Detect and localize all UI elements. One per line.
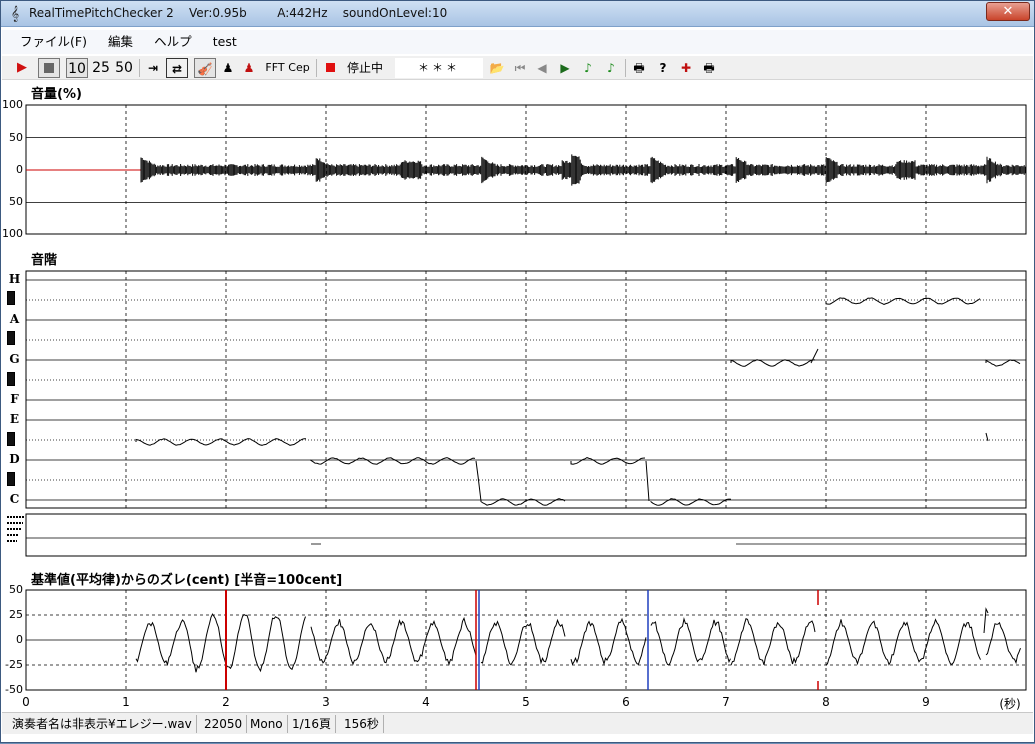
placeholder-field: ＊＊＊: [395, 58, 483, 78]
app-icon: 𝄞: [10, 6, 20, 22]
title-bar[interactable]: 𝄞 RealTimePitchChecker 2 Ver:0.95b A:442…: [1, 1, 1034, 27]
note-label-c: C: [9, 492, 20, 506]
time-tick: 2: [222, 695, 230, 709]
cent-tick: 0: [16, 633, 23, 646]
status-rate: 22050: [200, 715, 248, 733]
volume-tick: 50: [9, 131, 23, 144]
status-duration: 156秒: [340, 715, 384, 733]
time-tick: 0: [22, 695, 30, 709]
cent-spike: [983, 607, 989, 634]
time-tick: 9: [922, 695, 930, 709]
volume-waveform: [140, 154, 1026, 186]
pitch-transition: [810, 348, 819, 364]
range-strip-frame: [25, 513, 1027, 557]
cent-tick: 50: [9, 583, 23, 596]
note-label-d: D: [9, 452, 20, 466]
pitch-transition: [985, 432, 989, 442]
fft-button[interactable]: FFT: [264, 58, 286, 78]
volume-tick: 100: [2, 98, 23, 111]
black-key-icon: [7, 291, 15, 305]
scale-plot-frame: [25, 270, 1027, 509]
status-filename: 演奏者名は非表示¥エレジー.wav: [8, 715, 197, 733]
print-alt-icon[interactable]: 🖶: [700, 58, 718, 78]
time-tick: 6: [622, 695, 630, 709]
app-window: 𝄞 RealTimePitchChecker 2 Ver:0.95b A:442…: [0, 0, 1035, 743]
menu-help[interactable]: ヘルプ: [146, 30, 200, 54]
time-tick: 8: [822, 695, 830, 709]
menu-file[interactable]: ファイル(F): [2, 30, 95, 54]
cent-deviation-trace: [135, 613, 1021, 673]
pitch-transition: [645, 460, 650, 502]
toolbar: ▶ 10 25 50 ⇥ ⇄ 🎻 ♟ ♟ FFT Cep 停止中 ＊＊＊ 📂 ⏮…: [2, 56, 1033, 80]
menu-edit[interactable]: 編集: [100, 30, 141, 54]
pitch-analysis-charts: [7, 104, 1027, 691]
status-page: 1/16頁: [288, 715, 336, 733]
first-icon[interactable]: ⏮: [511, 58, 529, 78]
jump-end-icon[interactable]: ⇥: [144, 58, 162, 78]
cent-tick: -25: [5, 658, 23, 671]
zoom-10-button[interactable]: 10: [66, 58, 88, 78]
black-key-icon: [7, 372, 15, 386]
record-dot-icon: [325, 63, 335, 72]
help-icon[interactable]: ?: [654, 58, 672, 78]
note-label-h: H: [8, 272, 21, 286]
violin-icon[interactable]: 🎻: [194, 58, 216, 78]
print-icon[interactable]: 🖶: [630, 58, 648, 78]
note-label-e: E: [9, 412, 20, 426]
record-indicator: [322, 58, 338, 78]
scale-panel-title: 音階: [31, 253, 58, 268]
singer-icon[interactable]: ♟: [220, 58, 236, 78]
stop-icon: [44, 63, 54, 73]
status-label: 停止中: [346, 61, 383, 75]
note-icon[interactable]: ♪: [579, 58, 597, 78]
volume-tick: 50: [9, 195, 23, 208]
status-channels: Mono: [246, 715, 288, 733]
cep-button[interactable]: Cep: [288, 58, 310, 78]
status-bar: 演奏者名は非表示¥エレジー.wav 22050 Mono 1/16頁 156秒: [2, 712, 1033, 734]
window-title: RealTimePitchChecker 2 Ver:0.95b A:442Hz…: [29, 6, 448, 20]
choir-icon[interactable]: ♟: [241, 58, 257, 78]
time-tick: 5: [522, 695, 530, 709]
menu-bar: ファイル(F) 編集 ヘルプ test: [2, 30, 1033, 54]
toolbar-separator: [316, 59, 317, 77]
note-label-g: G: [9, 352, 20, 366]
toolbar-separator: [625, 59, 626, 77]
pitch-trace: [135, 297, 1021, 506]
menu-test[interactable]: test: [205, 30, 245, 54]
note-alt-icon[interactable]: ♪: [602, 58, 620, 78]
loop-icon[interactable]: ⇄: [166, 58, 188, 78]
volume-tick: 0: [16, 163, 23, 176]
black-key-icon: [7, 432, 15, 446]
close-button[interactable]: ✕: [986, 2, 1030, 21]
stop-button[interactable]: [38, 58, 60, 78]
next-icon[interactable]: ▶: [556, 58, 574, 78]
deviation-plot-frame: [25, 589, 1027, 691]
volume-plot-frame: [25, 104, 1027, 235]
volume-panel-title: 音量(%): [31, 87, 82, 102]
pitch-transition: [475, 460, 482, 502]
deviation-panel-title: 基準値(平均律)からのズレ(cent) [半音=100cent]: [31, 573, 343, 588]
time-tick: 3: [322, 695, 330, 709]
note-label-f: F: [10, 392, 19, 406]
zoom-50-button[interactable]: 50: [114, 58, 134, 78]
time-tick: 1: [122, 695, 130, 709]
time-tick: 7: [722, 695, 730, 709]
black-key-icon: [7, 472, 15, 486]
time-tick: 4: [422, 695, 430, 709]
volume-tick: 100: [2, 227, 23, 240]
toolbar-separator: [139, 59, 140, 77]
play-icon[interactable]: ▶: [14, 58, 30, 78]
marker-icon[interactable]: ✚: [677, 58, 695, 78]
note-label-a: A: [9, 312, 20, 326]
black-key-icon: [7, 331, 15, 345]
open-folder-icon[interactable]: 📂: [488, 58, 506, 78]
time-unit-label: (秒): [999, 697, 1021, 711]
prev-icon[interactable]: ◀: [533, 58, 551, 78]
cent-tick: 25: [9, 608, 23, 621]
zoom-25-button[interactable]: 25: [91, 58, 111, 78]
